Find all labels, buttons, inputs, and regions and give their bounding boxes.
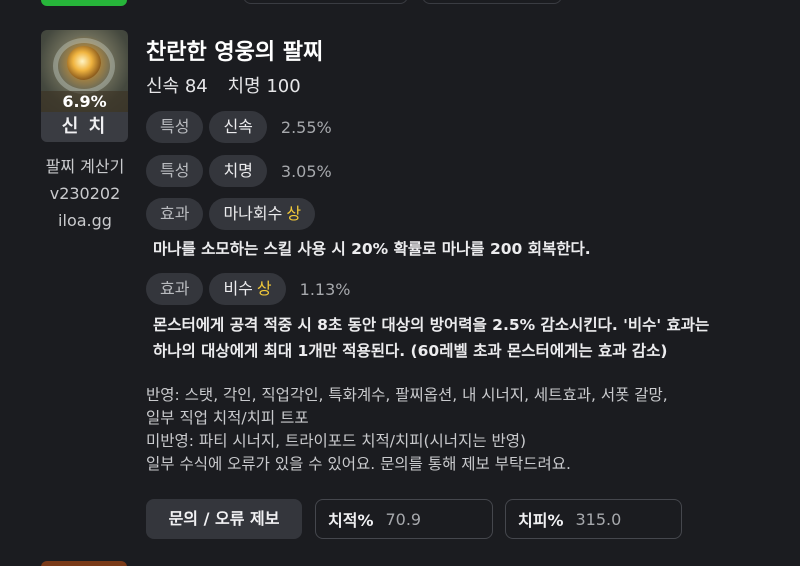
- effect-row: 특성 치명 3.05%: [146, 155, 332, 187]
- effect-name-tag: 신속: [209, 111, 267, 143]
- effect-category-tag: 효과: [146, 273, 204, 305]
- item-title: 찬란한 영웅의 팔찌: [146, 40, 324, 65]
- crit-damage-value: 315.0: [575, 509, 622, 529]
- bisu-description-line: 하나의 대상에게 최대 1개만 적용된다. (60레벨 초과 몬스터에게는 효과…: [153, 342, 668, 360]
- effect-value: 2.55%: [280, 117, 332, 137]
- calculator-info: 팔찌 계산기 v230202 iloa.gg: [30, 153, 140, 234]
- effect-grade: 상: [286, 204, 302, 223]
- item-percent: 6.9%: [41, 91, 128, 112]
- bracelet-gem-shape: [67, 46, 101, 80]
- bisu-description-line: 몬스터에게 공격 적중 시 8초 동안 대상의 방어력을 2.5% 감소시킨다.…: [153, 316, 710, 334]
- calculator-version: v230202: [49, 184, 121, 203]
- effect-grade: 상: [256, 279, 272, 298]
- stat-crit: 치명 100: [227, 76, 301, 97]
- effect-name-tag: 마나회수 상: [209, 198, 316, 230]
- notes-error-disclaimer: 일부 수식에 오류가 있을 수 있어요. 문의를 통해 제보 부탁드려요.: [146, 455, 571, 473]
- item-thumbnail-column: 6.9% 신 치: [41, 30, 128, 142]
- mana-recovery-description: 마나를 소모하는 스킬 사용 시 20% 확률로 마나를 200 회복한다.: [153, 240, 591, 258]
- previous-card-green-button[interactable]: [41, 0, 127, 6]
- effect-row: 효과 비수 상 1.13%: [146, 273, 350, 305]
- notes-not-reflected: 미반영: 파티 시너지, 트라이포드 치적/치피(시너지는 반영): [146, 432, 527, 450]
- item-stat-label: 신 치: [41, 112, 128, 142]
- previous-card-field-1[interactable]: [243, 0, 408, 4]
- report-error-button[interactable]: 문의 / 오류 제보: [146, 499, 302, 539]
- notes-reflected-cont: 일부 직업 치적/치피 트포: [146, 409, 309, 427]
- effect-value: 1.13%: [299, 279, 351, 299]
- effect-row: 효과 마나회수 상: [146, 198, 321, 230]
- calculation-notes: 반영: 스탯, 각인, 직업각인, 특화계수, 팔찌옵션, 내 시너지, 세트효…: [146, 384, 668, 476]
- previous-card-edge: [0, 0, 800, 12]
- notes-reflected: 반영: 스탯, 각인, 직업각인, 특화계수, 팔찌옵션, 내 시너지, 세트효…: [146, 386, 668, 404]
- effect-value: 3.05%: [280, 161, 332, 181]
- bisu-description: 몬스터에게 공격 적중 시 8초 동안 대상의 방어력을 2.5% 감소시킨다.…: [153, 312, 709, 364]
- crit-damage-field[interactable]: 치피% 315.0: [505, 499, 682, 539]
- item-stats: 신속 84 치명 100: [146, 72, 315, 98]
- calculator-name: 팔찌 계산기: [45, 157, 125, 176]
- effect-category-tag: 특성: [146, 155, 204, 187]
- effect-category-tag: 특성: [146, 111, 204, 143]
- effect-name-tag: 치명: [209, 155, 267, 187]
- crit-rate-value: 70.9: [385, 509, 422, 529]
- calculator-site: iloa.gg: [58, 211, 112, 230]
- crit-rate-field[interactable]: 치적% 70.9: [315, 499, 493, 539]
- bracelet-icon: 6.9%: [41, 30, 128, 112]
- effect-category-tag: 효과: [146, 198, 204, 230]
- effect-name: 비수: [223, 279, 253, 298]
- effect-name: 마나회수: [223, 204, 283, 223]
- previous-card-field-2[interactable]: [422, 0, 562, 4]
- crit-rate-label: 치적%: [328, 511, 374, 530]
- effect-row: 특성 신속 2.55%: [146, 111, 332, 143]
- effect-name-tag: 비수 상: [209, 273, 286, 305]
- crit-damage-label: 치피%: [518, 511, 564, 530]
- stat-swiftness: 신속 84: [146, 76, 208, 97]
- next-card-thumbnail-edge: [41, 561, 127, 566]
